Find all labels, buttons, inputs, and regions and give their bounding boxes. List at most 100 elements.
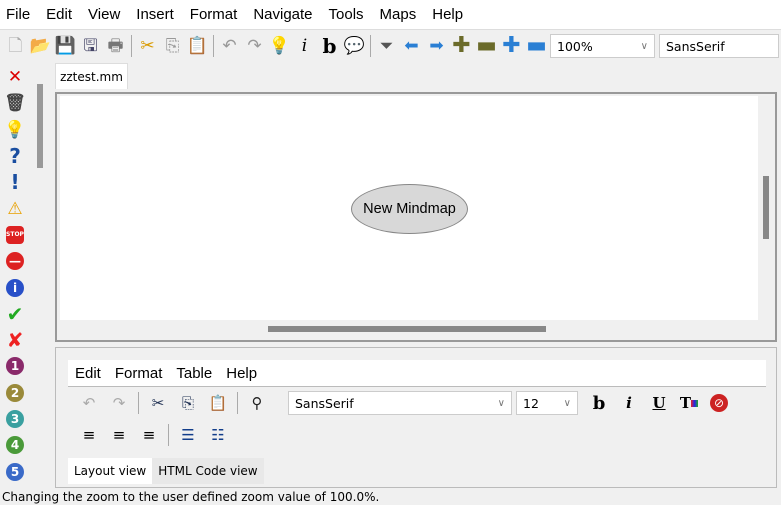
italic-icon[interactable]: i — [616, 390, 642, 416]
print-icon[interactable]: 🖶 — [104, 34, 127, 58]
menu-tools[interactable]: Tools — [321, 6, 372, 23]
menu-bar: File Edit View Insert Format Navigate To… — [0, 0, 781, 30]
undo-icon[interactable]: ↶ — [76, 390, 102, 416]
tab-layout-view[interactable]: Layout view — [68, 458, 153, 484]
priority-1-icon[interactable]: 1 — [0, 353, 30, 379]
align-left-icon[interactable]: ≡ — [76, 422, 102, 448]
redo-icon[interactable]: ↷ — [106, 390, 132, 416]
font-select[interactable]: SansSerif — [659, 34, 779, 58]
numbered-list-icon[interactable]: ☷ — [205, 422, 231, 448]
clear-format-icon[interactable]: ⊘ — [706, 390, 732, 416]
editor-font-select[interactable]: SansSerif ∨ — [288, 391, 512, 415]
undo-icon[interactable]: ↶ — [218, 34, 241, 58]
separator — [131, 35, 132, 57]
new-file-icon[interactable]: 🗋 — [4, 34, 27, 58]
horizontal-scrollbar[interactable] — [268, 326, 546, 332]
cross-icon[interactable]: ✘ — [0, 327, 30, 353]
filter-icon[interactable]: ⏷ — [375, 34, 398, 58]
bold-icon[interactable]: b — [586, 390, 612, 416]
font-value: SansSerif — [666, 38, 725, 54]
warning-icon[interactable]: ⚠ — [0, 195, 30, 221]
editor-toolbar-row-1: ↶ ↷ ✂ ⎘ 📋 ⚲ SansSerif ∨ 12 ∨ b i U T ⊘ — [76, 390, 732, 416]
status-bar: Changing the zoom to the user defined zo… — [2, 490, 380, 504]
copy-icon[interactable]: ⎘ — [161, 34, 184, 58]
exclamation-icon[interactable]: ! — [0, 169, 30, 195]
trash-icon[interactable]: 🗑 — [0, 90, 30, 116]
chevron-down-icon: ∨ — [563, 397, 571, 409]
minus-blue-icon[interactable]: ▬ — [525, 34, 548, 58]
menu-navigate[interactable]: Navigate — [245, 6, 320, 23]
open-file-icon[interactable]: 📂 — [29, 34, 52, 58]
paste-icon[interactable]: 📋 — [186, 34, 209, 58]
separator — [168, 424, 169, 446]
arrow-left-icon[interactable]: ⬅ — [400, 34, 423, 58]
italic-icon[interactable]: i — [293, 34, 316, 58]
align-center-icon[interactable]: ≡ — [106, 422, 132, 448]
main-toolbar: 🗋 📂 💾 🖫 🖶 ✂ ⎘ 📋 ↶ ↷ 💡 i b 💬 ⏷ ⬅ ➡ ✚ ▬ ✚ … — [0, 31, 779, 61]
editor-font-value: SansSerif — [295, 395, 354, 411]
editor-toolbar-row-2: ≡ ≡ ≡ ☰ ☷ — [76, 422, 231, 448]
paste-icon[interactable]: 📋 — [205, 390, 231, 416]
icon-toolbar: ✕ 🗑 💡 ? ! ⚠ STOP — i ✔ ✘ 1 2 3 4 5 — [0, 64, 32, 485]
tab-html-code-view[interactable]: HTML Code view — [152, 458, 264, 484]
separator — [370, 35, 371, 57]
chevron-down-icon: ∨ — [640, 40, 648, 52]
text-color-icon[interactable]: T — [676, 390, 702, 416]
underline-icon[interactable]: U — [646, 390, 672, 416]
cut-icon[interactable]: ✂ — [136, 34, 159, 58]
icon-toolbar-scrollbar[interactable] — [37, 84, 43, 168]
menu-insert[interactable]: Insert — [128, 6, 182, 23]
tab-map[interactable]: zztest.mm — [55, 63, 128, 89]
priority-3-icon[interactable]: 3 — [0, 406, 30, 432]
priority-4-icon[interactable]: 4 — [0, 432, 30, 458]
redo-icon[interactable]: ↷ — [243, 34, 266, 58]
check-icon[interactable]: ✔ — [0, 301, 30, 327]
speech-bubble-icon[interactable]: 💬 — [343, 34, 366, 58]
editor-view-tabs: Layout view HTML Code view — [68, 458, 264, 484]
editor-menu-help[interactable]: Help — [219, 365, 264, 382]
menu-maps[interactable]: Maps — [372, 6, 425, 23]
info-icon[interactable]: i — [0, 274, 30, 300]
menu-format[interactable]: Format — [182, 6, 246, 23]
copy-icon[interactable]: ⎘ — [175, 390, 201, 416]
editor-menu-bar: Edit Format Table Help — [68, 360, 766, 387]
zoom-value: 100% — [557, 38, 593, 54]
chevron-down-icon: ∨ — [497, 397, 505, 409]
editor-menu-format[interactable]: Format — [108, 365, 170, 382]
separator — [138, 392, 139, 414]
map-canvas[interactable]: New Mindmap — [60, 96, 758, 320]
separator — [213, 35, 214, 57]
vertical-scrollbar[interactable] — [763, 176, 769, 239]
menu-edit[interactable]: Edit — [38, 6, 80, 23]
question-icon[interactable]: ? — [0, 143, 30, 169]
editor-menu-edit[interactable]: Edit — [68, 365, 108, 382]
bold-icon[interactable]: b — [318, 34, 341, 58]
arrow-right-icon[interactable]: ➡ — [425, 34, 448, 58]
plus-blue-icon[interactable]: ✚ — [500, 34, 523, 58]
menu-file[interactable]: File — [0, 6, 38, 23]
priority-2-icon[interactable]: 2 — [0, 380, 30, 406]
plus-dark-icon[interactable]: ✚ — [450, 34, 473, 58]
menu-view[interactable]: View — [80, 6, 128, 23]
priority-5-icon[interactable]: 5 — [0, 458, 30, 484]
stop-icon[interactable]: STOP — [0, 222, 30, 248]
cut-icon[interactable]: ✂ — [145, 390, 171, 416]
menu-help[interactable]: Help — [424, 6, 471, 23]
align-right-icon[interactable]: ≡ — [136, 422, 162, 448]
editor-size-value: 12 — [523, 395, 539, 411]
save-icon[interactable]: 💾 — [54, 34, 77, 58]
bullet-list-icon[interactable]: ☰ — [175, 422, 201, 448]
note-editor: Edit Format Table Help ↶ ↷ ✂ ⎘ 📋 ⚲ SansS… — [55, 347, 777, 488]
save-as-icon[interactable]: 🖫 — [79, 34, 102, 58]
lightbulb-icon[interactable]: 💡 — [268, 34, 291, 58]
lightbulb-icon[interactable]: 💡 — [0, 117, 30, 143]
map-panel: New Mindmap — [55, 92, 777, 342]
no-entry-icon[interactable]: — — [0, 248, 30, 274]
root-node[interactable]: New Mindmap — [351, 184, 468, 234]
editor-size-select[interactable]: 12 ∨ — [516, 391, 578, 415]
minus-dark-icon[interactable]: ▬ — [475, 34, 498, 58]
editor-menu-table[interactable]: Table — [169, 365, 219, 382]
remove-icon[interactable]: ✕ — [0, 64, 30, 90]
find-icon[interactable]: ⚲ — [244, 390, 270, 416]
zoom-select[interactable]: 100% ∨ — [550, 34, 655, 58]
